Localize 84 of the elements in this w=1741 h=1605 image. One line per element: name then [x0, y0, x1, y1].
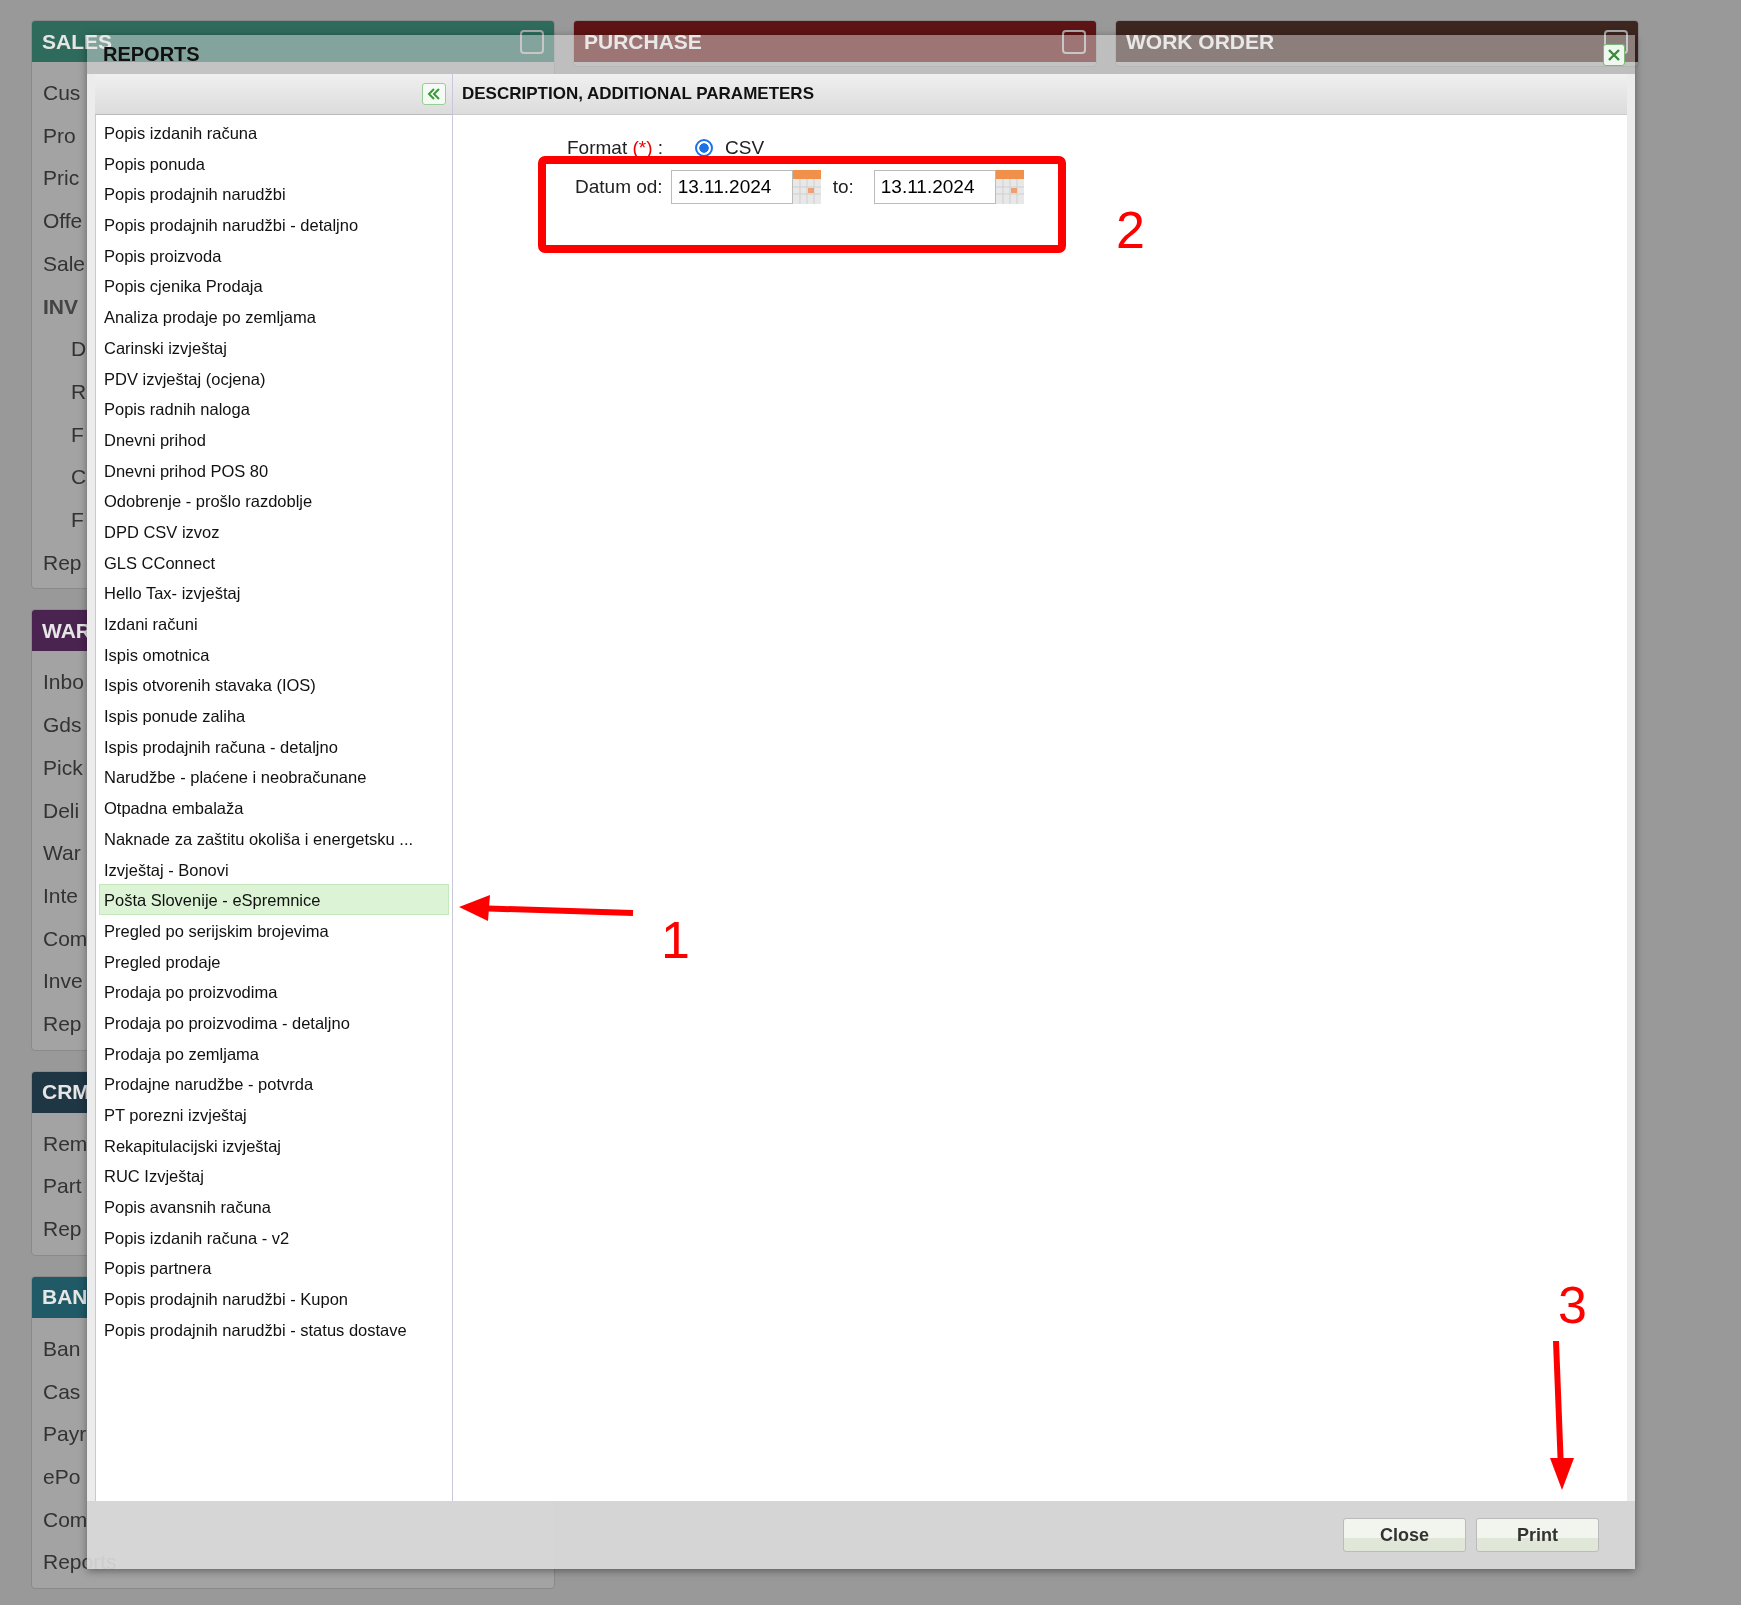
report-item[interactable]: Popis prodajnih narudžbi - Kupon — [99, 1283, 449, 1314]
report-item[interactable]: Ispis omotnica — [99, 638, 449, 670]
menu-item[interactable]: Gds — [43, 704, 82, 747]
menu-item[interactable]: Rep — [43, 1003, 82, 1046]
section-heading: INV — [43, 293, 78, 320]
report-item[interactable]: Pregled prodaje — [99, 945, 449, 977]
report-item[interactable]: Prodajne narudžbe - potvrda — [99, 1068, 449, 1099]
menu-item[interactable]: War — [43, 832, 81, 875]
menu-item[interactable]: D — [43, 328, 87, 371]
card-title: CRM — [42, 1080, 90, 1105]
menu-item[interactable]: Inve — [43, 960, 83, 1004]
menu-item[interactable]: Com — [43, 1498, 88, 1542]
report-item[interactable]: Popis izdanih računa - v2 — [99, 1221, 449, 1253]
menu-item[interactable]: Rep — [43, 1208, 82, 1251]
report-item[interactable]: Pregled po serijskim brojevima — [99, 914, 449, 946]
report-item[interactable]: Popis prodajnih narudžbi — [99, 178, 449, 210]
report-item[interactable]: Narudžbe - plaćene i neobračunane — [99, 761, 449, 793]
report-item[interactable]: Pošta Slovenije - eSpremnice — [99, 884, 449, 915]
report-item[interactable]: Popis prodajnih narudžbi - detaljno — [99, 209, 449, 240]
menu-item[interactable]: Offe — [43, 200, 83, 243]
report-item[interactable]: Popis partnera — [99, 1252, 449, 1284]
report-item[interactable]: Popis cjenika Prodaja — [99, 270, 449, 302]
menu-item[interactable]: Pick — [43, 746, 83, 790]
report-item[interactable]: Otpadna embalaža — [99, 792, 449, 823]
annotation-number: 2 — [1116, 200, 1145, 260]
menu-item[interactable]: Part — [43, 1165, 82, 1209]
report-item[interactable]: Carinski izvještaj — [99, 331, 449, 363]
report-item[interactable]: Prodaja po proizvodima - detaljno — [99, 1006, 449, 1038]
menu-item[interactable]: Inte — [43, 874, 79, 918]
report-item[interactable]: Ispis prodajnih računa - detaljno — [99, 730, 449, 762]
report-item[interactable]: GLS CConnect — [99, 546, 449, 578]
report-item[interactable]: Dnevni prihod POS 80 — [99, 454, 449, 486]
report-item[interactable]: Popis avansnih računa — [99, 1191, 449, 1222]
card-title: PURCHASE — [584, 29, 702, 54]
report-item[interactable]: Popis proizvoda — [99, 239, 449, 271]
report-item[interactable]: Odobrenje - prošlo razdoblje — [99, 485, 449, 516]
card-title: BAN — [42, 1285, 88, 1310]
report-item[interactable]: Popis ponuda — [99, 147, 449, 179]
report-item[interactable]: Popis prodajnih narudžbi - status dostave — [99, 1313, 449, 1345]
menu-item[interactable]: F — [43, 413, 84, 457]
menu-item[interactable]: R — [43, 370, 87, 414]
menu-item[interactable]: Rep — [43, 541, 82, 585]
menu-item[interactable]: Inbo — [43, 661, 84, 705]
annotation-number: 3 — [1558, 1275, 1587, 1335]
report-item[interactable]: PT porezni izvještaj — [99, 1099, 449, 1130]
report-item[interactable]: Prodaja po proizvodima — [99, 976, 449, 1007]
card-title: WORK ORDER — [1126, 29, 1275, 54]
report-item[interactable]: RUC Izvještaj — [99, 1160, 449, 1192]
panel-title: DESCRIPTION, ADDITIONAL PARAMETERS — [462, 84, 814, 104]
menu-item[interactable]: F — [43, 499, 84, 542]
radio-label: CSV — [725, 137, 765, 159]
report-item[interactable]: Rekapitulacijski izvještaj — [99, 1129, 449, 1161]
menu-item[interactable]: Com — [43, 917, 88, 961]
report-item[interactable]: Popis radnih naloga — [99, 393, 449, 424]
report-item[interactable]: DPD CSV izvoz — [99, 515, 449, 547]
report-item[interactable]: PDV izvještaj (ocjena) — [99, 362, 449, 394]
menu-item[interactable]: C — [43, 456, 87, 500]
report-item[interactable]: Izdani računi — [99, 608, 449, 639]
report-item[interactable]: Naknade za zaštitu okoliša i energetsku ... — [99, 822, 449, 854]
menu-item[interactable]: Rem — [43, 1122, 88, 1166]
dialog-button[interactable]: Print — [1476, 1518, 1599, 1552]
report-item[interactable]: Izvještaj - Bonovi — [99, 853, 449, 885]
menu-item[interactable]: Pric — [43, 157, 80, 201]
annotation-number: 1 — [661, 910, 690, 970]
report-item[interactable]: Hello Tax- izvještaj — [99, 577, 449, 608]
menu-item[interactable]: Sale — [43, 242, 86, 286]
date-field[interactable]: 13.11.2024 — [670, 170, 793, 204]
report-item[interactable]: Popis izdanih računa — [99, 117, 449, 148]
date-field[interactable]: 13.11.2024 — [873, 170, 996, 204]
report-item[interactable]: Dnevni prihod — [99, 423, 449, 455]
menu-item[interactable]: Pro — [43, 114, 76, 158]
date-label: to: — [832, 176, 854, 198]
report-item[interactable]: Analiza prodaje po zemljama — [99, 301, 449, 332]
report-item[interactable]: Ispis ponude zaliha — [99, 700, 449, 731]
menu-item[interactable]: Ban — [43, 1327, 81, 1371]
dialog-button[interactable]: Close — [1343, 1518, 1466, 1552]
menu-item[interactable]: Cas — [43, 1370, 81, 1414]
date-label: Datum od: — [575, 176, 663, 198]
menu-item[interactable]: Payr — [43, 1413, 87, 1456]
menu-item[interactable]: Cus — [43, 72, 81, 115]
menu-item[interactable]: ePo — [43, 1456, 81, 1499]
report-item[interactable]: Prodaja po zemljama — [99, 1037, 449, 1069]
report-item[interactable]: Ispis otvorenih stavaka (IOS) — [99, 669, 449, 701]
menu-item[interactable]: Deli — [43, 789, 80, 833]
